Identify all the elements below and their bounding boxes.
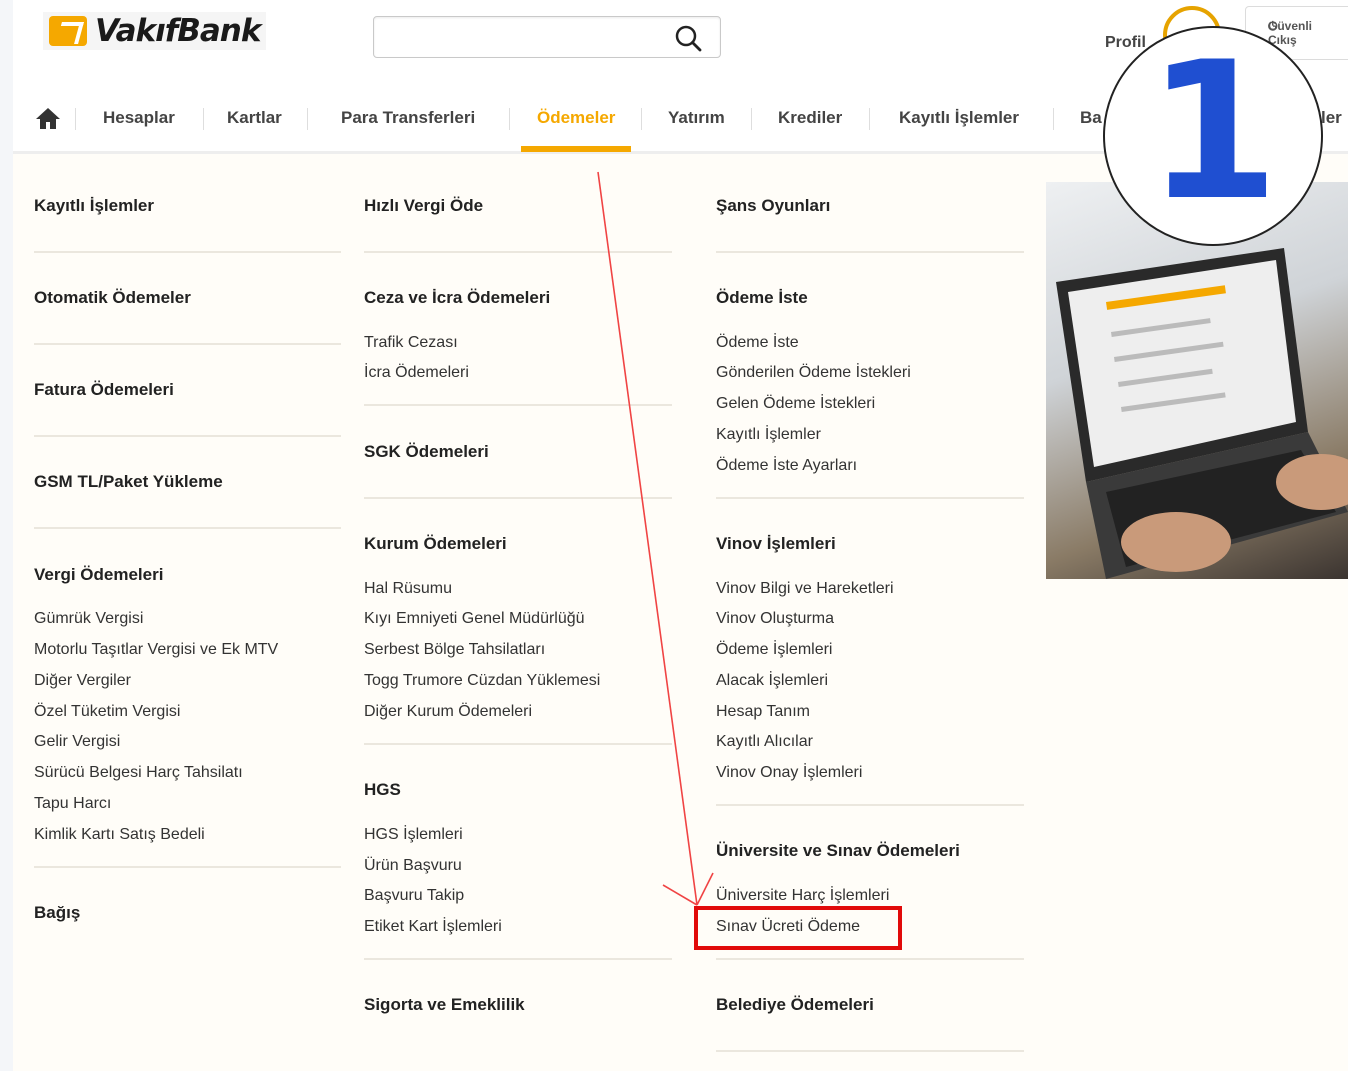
profile-link[interactable]: Profil xyxy=(1105,34,1146,52)
divider xyxy=(716,1050,1024,1052)
active-tab-indicator xyxy=(521,146,631,152)
menu-odeme-iste[interactable]: Ödeme İste xyxy=(716,288,808,308)
menu-link[interactable]: Ürün Başvuru xyxy=(364,857,462,875)
menu-link[interactable]: Hesap Tanım xyxy=(716,703,810,721)
menu-link[interactable]: Sürücü Belgesi Harç Tahsilatı xyxy=(34,764,243,782)
step-number-badge: 1 xyxy=(1103,26,1323,246)
menu-otomatik-odemeler[interactable]: Otomatik Ödemeler xyxy=(34,288,191,308)
menu-link[interactable]: Üniversite Harç İşlemleri xyxy=(716,887,889,905)
menu-link[interactable]: Gümrük Vergisi xyxy=(34,610,143,628)
vakifbank-logo[interactable]: VakıfBank xyxy=(43,12,267,50)
nav-divider xyxy=(509,108,510,130)
nav-item-yatirim[interactable]: Yatırım xyxy=(668,108,725,128)
nav-item-ler[interactable]: ler xyxy=(1321,108,1342,128)
menu-sigorta-emeklilik[interactable]: Sigorta ve Emeklilik xyxy=(364,995,525,1015)
menu-link[interactable]: Kayıtlı İşlemler xyxy=(716,426,821,444)
menu-vergi-odemeleri[interactable]: Vergi Ödemeleri xyxy=(34,565,163,585)
menu-link[interactable]: Togg Trumore Cüzdan Yüklemesi xyxy=(364,672,600,690)
menu-link[interactable]: Ödeme İste xyxy=(716,334,799,352)
menu-vinov-islemleri[interactable]: Vinov İşlemleri xyxy=(716,534,836,554)
highlight-box xyxy=(694,906,902,950)
menu-link[interactable]: Özel Tüketim Vergisi xyxy=(34,703,180,721)
nav-divider xyxy=(1053,108,1054,130)
menu-fatura-odemeleri[interactable]: Fatura Ödemeleri xyxy=(34,380,174,400)
nav-item-kayitli-islemler[interactable]: Kayıtlı İşlemler xyxy=(899,108,1019,128)
menu-link[interactable]: Alacak İşlemleri xyxy=(716,672,828,690)
divider xyxy=(34,343,341,345)
nav-item-krediler[interactable]: Krediler xyxy=(778,108,842,128)
menu-link[interactable]: HGS İşlemleri xyxy=(364,826,463,844)
menu-universite-sinav-odemeleri[interactable]: Üniversite ve Sınav Ödemeleri xyxy=(716,841,960,861)
nav-divider xyxy=(307,108,308,130)
step-number: 1 xyxy=(1146,21,1280,242)
menu-link[interactable]: Tapu Harcı xyxy=(34,795,111,813)
menu-gsm-yukleme[interactable]: GSM TL/Paket Yükleme xyxy=(34,472,223,492)
menu-link[interactable]: Ödeme İşlemleri xyxy=(716,641,832,659)
divider xyxy=(364,404,672,406)
menu-kayitli-islemler[interactable]: Kayıtlı İşlemler xyxy=(34,196,154,216)
menu-link[interactable]: Vinov Oluşturma xyxy=(716,610,834,628)
menu-sans-oyunlari[interactable]: Şans Oyunları xyxy=(716,196,830,216)
nav-item-para-transferleri[interactable]: Para Transferleri xyxy=(341,108,475,128)
nav-divider xyxy=(203,108,204,130)
menu-link[interactable]: İcra Ödemeleri xyxy=(364,364,469,382)
divider xyxy=(34,435,341,437)
divider xyxy=(34,527,341,529)
menu-link[interactable]: Diğer Vergiler xyxy=(34,672,131,690)
divider xyxy=(716,497,1024,499)
search-box xyxy=(373,16,721,58)
menu-link[interactable]: Kıyı Emniyeti Genel Müdürlüğü xyxy=(364,610,585,628)
nav-divider xyxy=(869,108,870,130)
menu-link[interactable]: Etiket Kart İşlemleri xyxy=(364,918,502,936)
menu-bagis[interactable]: Bağış xyxy=(34,903,80,923)
nav-item-hesaplar[interactable]: Hesaplar xyxy=(103,108,175,128)
menu-link[interactable]: Trafik Cezası xyxy=(364,334,458,352)
divider xyxy=(364,958,672,960)
home-icon[interactable] xyxy=(35,106,61,130)
nav-divider xyxy=(75,108,76,130)
menu-hizli-vergi-ode[interactable]: Hızlı Vergi Öde xyxy=(364,196,483,216)
nav-divider xyxy=(641,108,642,130)
menu-ceza-icra-odemeleri[interactable]: Ceza ve İcra Ödemeleri xyxy=(364,288,550,308)
divider xyxy=(716,251,1024,253)
menu-link[interactable]: Hal Rüsumu xyxy=(364,580,452,598)
menu-link[interactable]: Serbest Bölge Tahsilatları xyxy=(364,641,545,659)
menu-link[interactable]: Gelen Ödeme İstekleri xyxy=(716,395,875,413)
menu-link[interactable]: Vinov Onay İşlemleri xyxy=(716,764,862,782)
vakifbank-logo-icon xyxy=(49,16,87,46)
divider xyxy=(716,958,1024,960)
menu-link[interactable]: Gönderilen Ödeme İstekleri xyxy=(716,364,911,382)
search-icon[interactable] xyxy=(674,24,702,52)
divider xyxy=(364,743,672,745)
menu-link[interactable]: Motorlu Taşıtlar Vergisi ve Ek MTV xyxy=(34,641,278,659)
menu-link[interactable]: Ödeme İste Ayarları xyxy=(716,457,857,475)
divider xyxy=(364,497,672,499)
menu-sgk-odemeleri[interactable]: SGK Ödemeleri xyxy=(364,442,489,462)
menu-link[interactable]: Vinov Bilgi ve Hareketleri xyxy=(716,580,894,598)
nav-item-kartlar[interactable]: Kartlar xyxy=(227,108,282,128)
menu-link[interactable]: Kayıtlı Alıcılar xyxy=(716,733,813,751)
menu-link[interactable]: Kimlik Kartı Satış Bedeli xyxy=(34,826,205,844)
menu-link[interactable]: Diğer Kurum Ödemeleri xyxy=(364,703,532,721)
nav-item-odemeler[interactable]: Ödemeler xyxy=(537,108,615,128)
nav-divider xyxy=(751,108,752,130)
menu-belediye-odemeleri[interactable]: Belediye Ödemeleri xyxy=(716,995,874,1015)
menu-hgs[interactable]: HGS xyxy=(364,780,401,800)
divider xyxy=(716,804,1024,806)
menu-link[interactable]: Gelir Vergisi xyxy=(34,733,120,751)
menu-kurum-odemeleri[interactable]: Kurum Ödemeleri xyxy=(364,534,507,554)
page-edge xyxy=(0,0,13,1071)
nav-item-ba[interactable]: Ba xyxy=(1080,108,1102,128)
divider xyxy=(364,251,672,253)
divider xyxy=(34,866,341,868)
menu-link[interactable]: Başvuru Takip xyxy=(364,887,464,905)
search-input[interactable] xyxy=(374,17,664,57)
divider xyxy=(34,251,341,253)
logo-text: VakıfBank xyxy=(95,13,261,49)
